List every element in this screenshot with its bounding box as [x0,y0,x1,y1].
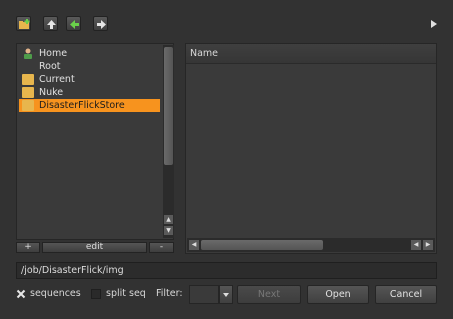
cancel-button[interactable]: Cancel [375,285,437,304]
folder-icon [22,74,34,85]
scrollbar-thumb[interactable] [201,240,323,250]
favorite-item-home[interactable]: Home [19,47,160,60]
chevron-down-icon [223,293,229,297]
file-list-horizontal-scrollbar[interactable]: ◀ ◀ ▶ [187,238,435,252]
sequences-label: sequences [30,288,81,299]
split-seq-label: split seq [106,288,146,299]
favorite-label: Home [39,48,68,59]
favorite-label: DisasterFlickStore [39,100,125,111]
forward-button[interactable] [93,16,108,31]
scroll-up-icon[interactable]: ▲ [164,215,173,224]
path-input[interactable]: /job/DisasterFlick/img [16,262,437,279]
sequences-checkbox[interactable] [16,289,26,299]
filter-dropdown-arrow[interactable] [219,285,233,304]
filter-label: Filter: [156,288,183,299]
add-favorite-button[interactable]: + [16,242,40,253]
favorite-label: Root [39,61,61,72]
scroll-down-icon[interactable]: ▼ [164,226,173,235]
favorite-item-disasterflickstore[interactable]: DisasterFlickStore [19,99,160,112]
favorites-vertical-scrollbar[interactable]: ▲ ▼ [163,45,174,238]
column-header-name[interactable]: Name [190,48,218,59]
scrollbar-thumb[interactable] [164,47,173,165]
favorites-panel: Home Root Current Nuke DisasterFlickStor… [16,43,174,240]
folder-icon [22,100,34,111]
arrow-right-icon [97,20,106,29]
next-button[interactable]: Next [237,285,301,304]
file-list-panel[interactable]: Name ◀ ◀ ▶ [185,43,437,254]
arrow-up-icon [47,20,56,29]
favorite-item-root[interactable]: Root [19,60,160,73]
home-icon [24,48,32,59]
folder-icon [22,87,34,98]
remove-favorite-button[interactable]: - [149,242,174,253]
scroll-left-icon[interactable]: ◀ [411,240,421,250]
favorite-label: Current [39,74,75,85]
arrow-left-icon [70,20,79,29]
checkmark-icon [16,289,26,299]
scroll-left-icon[interactable]: ◀ [189,240,199,250]
split-seq-checkbox[interactable] [91,289,101,299]
favorite-item-current[interactable]: Current [19,73,160,86]
new-folder-icon [19,19,30,29]
edit-favorites-button[interactable]: edit [42,242,147,253]
expand-menu-icon[interactable] [430,20,438,28]
filter-dropdown[interactable] [189,285,219,304]
up-directory-button[interactable] [43,16,58,31]
back-button[interactable] [66,16,81,31]
scroll-right-icon[interactable]: ▶ [423,240,433,250]
new-folder-button[interactable] [16,16,31,31]
open-button[interactable]: Open [307,285,369,304]
favorite-label: Nuke [39,87,64,98]
favorite-item-nuke[interactable]: Nuke [19,86,160,99]
file-list-header[interactable]: Name [186,44,436,64]
